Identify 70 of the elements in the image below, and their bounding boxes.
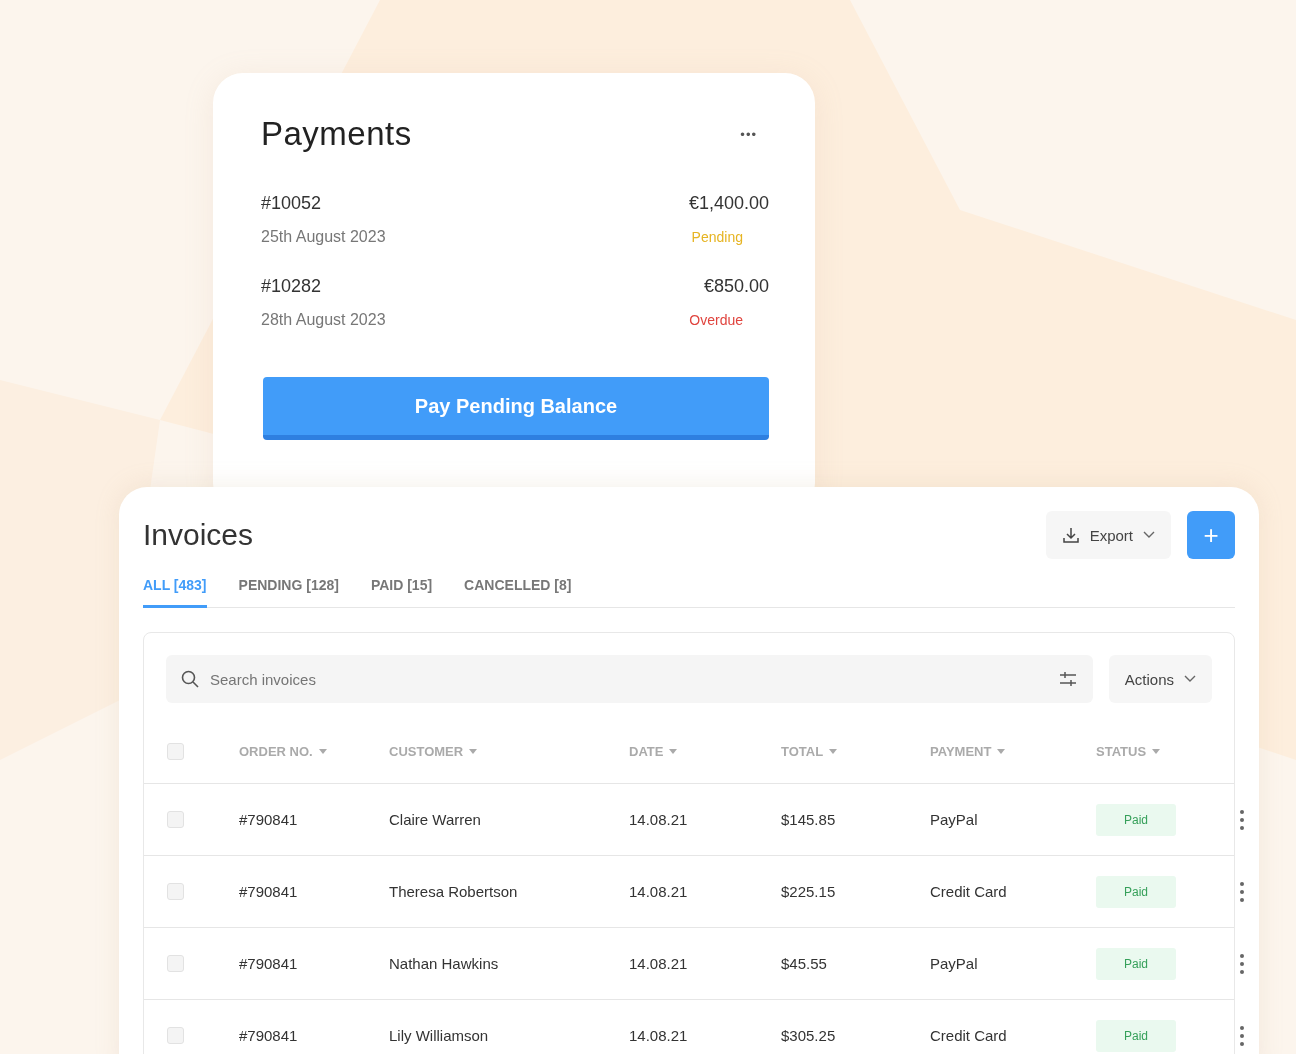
payment-amount: €1,400.00 <box>688 193 769 214</box>
table-cell-text: Credit Card <box>930 1027 1008 1044</box>
filter-tab[interactable]: CANCELLED [8] <box>464 577 572 608</box>
checkbox[interactable] <box>167 1027 184 1044</box>
table-cell-text: 14.08.21 <box>629 883 689 900</box>
payment-status: Pending <box>691 229 743 245</box>
chevron-icon <box>1143 531 1155 539</box>
more-icon[interactable] <box>1240 881 1244 902</box>
sort-icon <box>829 748 838 754</box>
table-cell-text: 14.08.21 <box>629 811 689 828</box>
payment-number: #10052 <box>261 193 322 214</box>
checkbox[interactable] <box>167 811 184 828</box>
table-cell-text: #790841 <box>239 811 299 828</box>
table-cell-text: Lily Williamson <box>389 1027 490 1044</box>
payment-amount: €850.00 <box>703 276 769 297</box>
payment-number: #10282 <box>261 276 322 297</box>
card-title: Invoices <box>143 518 254 552</box>
sort-icon <box>469 748 478 754</box>
chevron-icon <box>1184 675 1196 683</box>
sort-icon <box>1152 748 1161 754</box>
table-cell-text: $145.85 <box>781 811 837 828</box>
status-badge: Paid <box>1096 803 1177 836</box>
actions-button[interactable]: Actions <box>1108 655 1212 703</box>
table-cell-text: Theresa Robertson <box>389 883 519 900</box>
status-badge: Paid <box>1096 1019 1177 1052</box>
checkbox[interactable] <box>167 742 184 760</box>
table-cell-text: $305.25 <box>781 1027 837 1044</box>
checkbox[interactable] <box>167 955 184 972</box>
column-header[interactable]: TOTAL <box>781 743 838 759</box>
filter-tab[interactable]: PENDING [128] <box>238 577 339 608</box>
column-header[interactable]: CUSTOMER <box>389 743 478 759</box>
status-badge: Paid <box>1096 947 1177 980</box>
filter-icon[interactable] <box>1058 671 1077 687</box>
checkbox[interactable] <box>167 883 184 900</box>
table-cell-text: $225.15 <box>781 883 837 900</box>
sort-icon <box>669 748 678 754</box>
payment-status: Overdue <box>689 312 743 328</box>
column-header[interactable]: PAYMENT <box>930 743 1006 759</box>
table-cell-text: 14.08.21 <box>629 1027 689 1044</box>
table-cell-text: #790841 <box>239 955 299 972</box>
search-icon <box>181 670 199 688</box>
column-header[interactable]: STATUS <box>1096 743 1161 759</box>
column-header[interactable]: ORDER NO. <box>239 743 327 759</box>
sort-icon <box>318 748 327 754</box>
card-title: Payments <box>261 115 412 153</box>
sort-icon <box>997 748 1006 754</box>
table-cell-text: PayPal <box>930 811 979 828</box>
table-cell-text: PayPal <box>930 955 979 972</box>
table-cell-text: $45.55 <box>781 955 828 972</box>
table-cell-text: Claire Warren <box>389 811 482 828</box>
more-icon[interactable] <box>1240 809 1244 830</box>
status-badge: Paid <box>1096 875 1177 908</box>
table-cell-text: #790841 <box>239 1027 299 1044</box>
pay-button[interactable]: Pay Pending Balance <box>263 377 769 440</box>
table-cell-text: 14.08.21 <box>629 955 689 972</box>
more-icon[interactable] <box>1240 1025 1244 1046</box>
download-icon <box>1061 526 1080 544</box>
add-button[interactable]: + <box>1187 511 1235 559</box>
more-icon[interactable] <box>1240 953 1244 974</box>
table-cell-text: #790841 <box>239 883 299 900</box>
table-cell-text: Nathan Hawkins <box>389 955 500 972</box>
more-button[interactable]: ••• <box>740 126 769 142</box>
payment-date: 28th August 2023 <box>261 311 386 329</box>
filter-tab[interactable]: ALL [483] <box>143 577 207 608</box>
filter-tab[interactable]: PAID [15] <box>370 577 433 608</box>
column-header[interactable]: DATE <box>629 743 678 759</box>
search-field[interactable]: Search invoices <box>166 655 1093 703</box>
table-cell-text: Credit Card <box>930 883 1008 900</box>
payment-date: 25th August 2023 <box>261 228 386 246</box>
export-button[interactable]: Export <box>1045 511 1171 559</box>
